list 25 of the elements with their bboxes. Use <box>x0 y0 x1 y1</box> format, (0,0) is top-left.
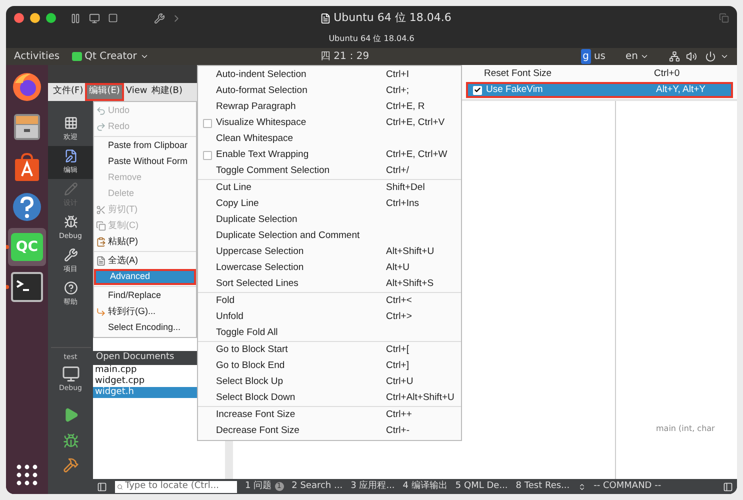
shortcut-label: Ctrl+E, Ctrl+W <box>386 148 448 162</box>
shortcut-label: Alt+Y, Alt+Y <box>656 82 706 97</box>
shortcut-label: Ctrl+E, R <box>386 100 425 114</box>
shortcut-label: Ctrl+0 <box>654 66 680 81</box>
shortcut-label: Ctrl+Alt+Shift+U <box>386 390 454 405</box>
shortcut-label: Alt+Shift+S <box>386 276 434 291</box>
shortcut-label: Alt+U <box>386 260 410 275</box>
shortcut-label: Ctrl+[ <box>386 342 409 357</box>
window-subtitle: Ubuntu 64 位 18.04.6 <box>328 33 414 45</box>
shortcut-label: Ctrl+/ <box>386 164 409 178</box>
shortcut-label: Ctrl+I <box>386 68 409 82</box>
shortcut-label: Alt+Shift+U <box>386 244 434 259</box>
shortcut-label: Ctrl+- <box>386 424 410 438</box>
window-title: Ubuntu 64 位 18.04.6 <box>334 10 452 26</box>
panel-header: Open Documents <box>93 351 197 365</box>
shortcut-label: Ctrl+U <box>386 374 414 389</box>
shortcut-label: Ctrl+> <box>386 310 412 324</box>
shortcut-label: Ctrl+] <box>386 358 409 373</box>
shortcut-label: Ctrl++ <box>386 408 412 422</box>
shortcut-label: Ctrl+< <box>386 294 412 308</box>
vim-mode-label: -- COMMAND -- <box>594 480 662 493</box>
shortcut-label: Ctrl+Ins <box>386 196 419 211</box>
shortcut-label: Ctrl+; <box>386 84 409 98</box>
shortcut-label: Shift+Del <box>386 180 425 195</box>
shortcut-label: Ctrl+E, Ctrl+V <box>386 116 445 130</box>
